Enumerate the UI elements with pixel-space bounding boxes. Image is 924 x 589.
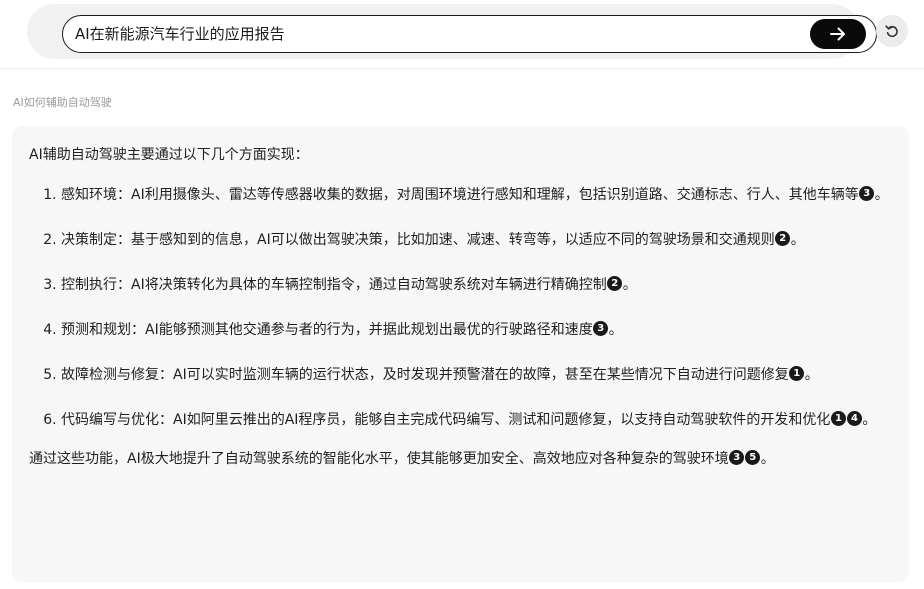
answer-card: AI辅助自动驾驶主要通过以下几个方面实现： 感知环境：AI利用摄像头、雷达等传感… [12, 126, 909, 582]
list-item: 代码编写与优化：AI如阿里云推出的AI程序员，能够自主完成代码编写、测试和问题修… [61, 409, 899, 432]
citation-badge[interactable]: 3 [859, 186, 875, 201]
point-text: 控制执行：AI将决策转化为具体的车辆控制指令，通过自动驾驶系统对车辆进行精确控制 [61, 277, 607, 293]
list-item: 故障检测与修复：AI可以实时监测车辆的运行状态，及时发现并预警潜在的故障，甚至在… [61, 364, 899, 387]
point-end: 。 [608, 322, 623, 338]
outro-end: 。 [760, 451, 775, 467]
list-item: 预测和规划：AI能够预测其他交通参与者的行为，并据此规划出最优的行驶路径和速度3… [61, 319, 899, 342]
search-box[interactable] [62, 15, 877, 53]
submit-button[interactable] [810, 19, 866, 49]
point-text: 预测和规划：AI能够预测其他交通参与者的行为，并据此规划出最优的行驶路径和速度 [61, 322, 593, 338]
citation-badge[interactable]: 1 [830, 411, 846, 426]
point-text: 感知环境：AI利用摄像头、雷达等传感器收集的数据，对周围环境进行感知和理解，包括… [61, 187, 859, 203]
point-end: 。 [862, 412, 877, 428]
outro-text: 通过这些功能，AI极大地提升了自动驾驶系统的智能化水平，使其能够更加安全、高效地… [29, 451, 729, 467]
citation-badge[interactable]: 2 [775, 231, 791, 246]
list-item: 感知环境：AI利用摄像头、雷达等传感器收集的数据，对周围环境进行感知和理解，包括… [61, 184, 899, 207]
citation-badge[interactable]: 1 [789, 366, 805, 381]
top-bar [0, 0, 924, 69]
answer-text: AI辅助自动驾驶主要通过以下几个方面实现： 感知环境：AI利用摄像头、雷达等传感… [29, 144, 899, 471]
query-label: AI如何辅助自动驾驶 [13, 96, 112, 109]
search-input[interactable] [75, 16, 795, 51]
citation-badge[interactable]: 3 [729, 450, 745, 465]
list-item: 决策制定：基于感知到的信息，AI可以做出驾驶决策，比如加速、减速、转弯等，以适应… [61, 229, 899, 252]
arrow-right-icon [830, 27, 845, 41]
citation-badge[interactable]: 3 [593, 321, 609, 336]
point-text: 决策制定：基于感知到的信息，AI可以做出驾驶决策，比如加速、减速、转弯等，以适应… [61, 232, 775, 248]
answer-list: 感知环境：AI利用摄像头、雷达等传感器收集的数据，对周围环境进行感知和理解，包括… [29, 184, 899, 432]
citation-badge[interactable]: 2 [607, 276, 623, 291]
citation-badge[interactable]: 4 [846, 411, 862, 426]
undo-icon [885, 25, 898, 38]
point-end: 。 [804, 367, 819, 383]
point-text: 故障检测与修复：AI可以实时监测车辆的运行状态，及时发现并预警潜在的故障，甚至在… [61, 367, 789, 383]
undo-button[interactable] [876, 15, 908, 47]
list-item: 控制执行：AI将决策转化为具体的车辆控制指令，通过自动驾驶系统对车辆进行精确控制… [61, 274, 899, 297]
point-end: 。 [874, 187, 889, 203]
point-end: 。 [790, 232, 805, 248]
point-end: 。 [622, 277, 637, 293]
point-text: 代码编写与优化：AI如阿里云推出的AI程序员，能够自主完成代码编写、测试和问题修… [61, 412, 831, 428]
citation-badge[interactable]: 5 [745, 450, 761, 465]
search-container [27, 4, 877, 59]
answer-intro: AI辅助自动驾驶主要通过以下几个方面实现： [29, 147, 309, 163]
answer-outro: 通过这些功能，AI极大地提升了自动驾驶系统的智能化水平，使其能够更加安全、高效地… [29, 448, 899, 471]
